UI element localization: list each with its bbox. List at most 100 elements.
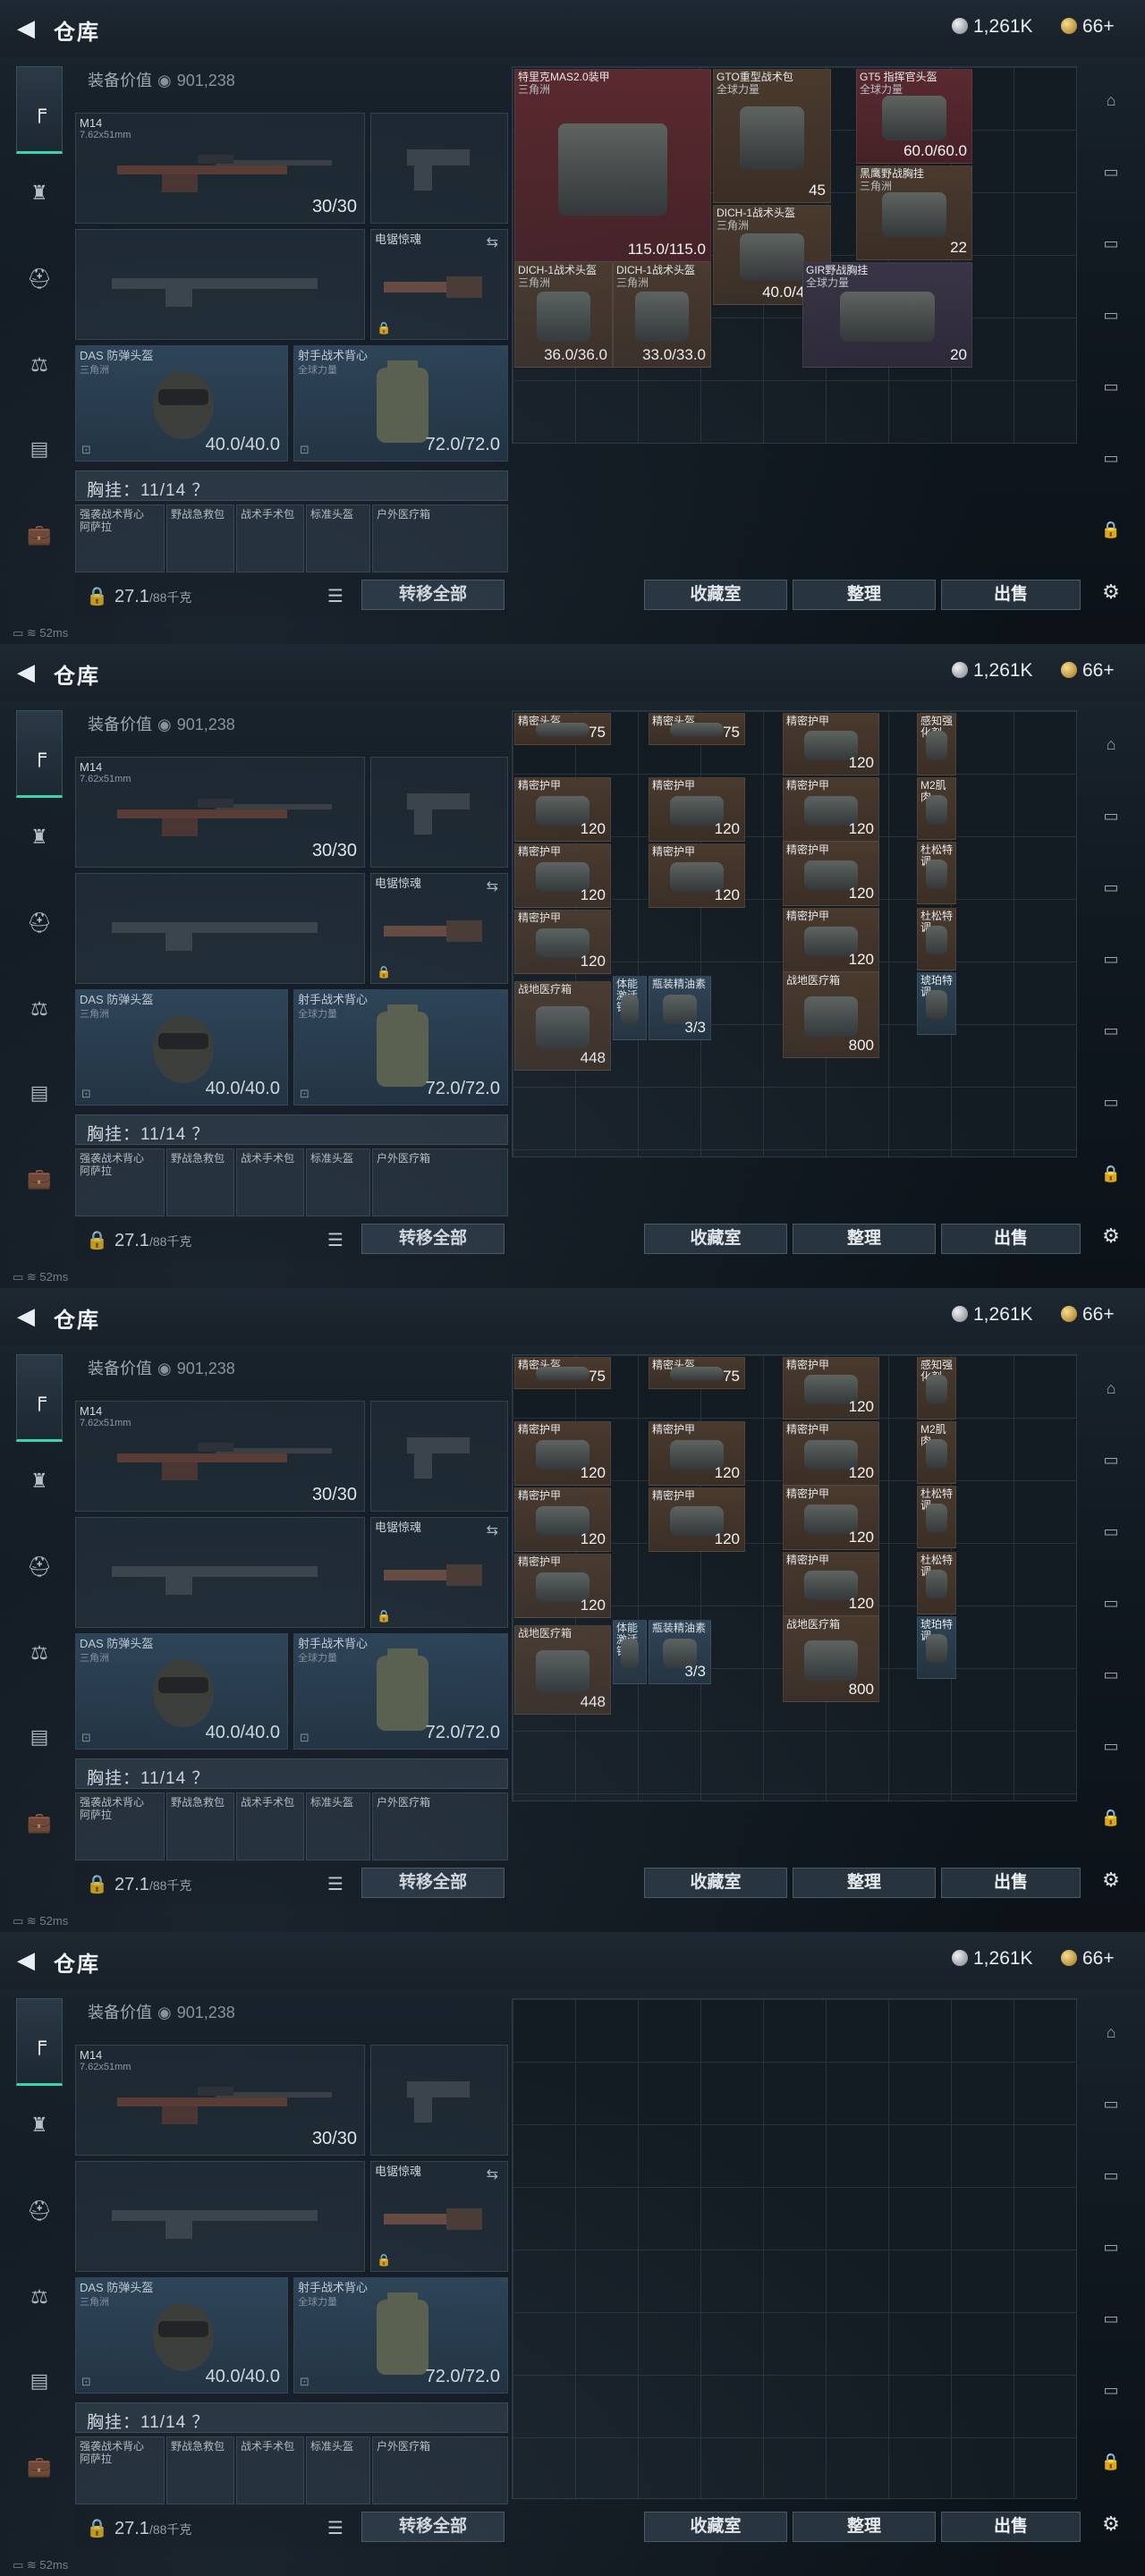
storage-grid[interactable]: 精密头盔75精密头盔75精密护甲120感知强化剂精密护甲120精密护甲120精密… (512, 1354, 1077, 1801)
storage-item[interactable]: M2肌肉 (917, 1421, 956, 1484)
chest-item[interactable]: 户外医疗箱 (372, 1148, 508, 1216)
storage-item[interactable]: 杜松特调 (917, 1486, 956, 1548)
chest-item[interactable]: 强袭战术背心 阿萨拉 (75, 1792, 165, 1860)
back-arrow-icon[interactable]: ◀ (13, 658, 39, 685)
helmet-slot[interactable]: DAS 防弹头盔 三角洲 ⊡ 40.0/40.0 (75, 2277, 288, 2394)
primary-weapon-slot[interactable]: M14 7.62x51mm 30/30 (75, 113, 365, 224)
silver-currency[interactable]: 1,261K (952, 660, 1033, 682)
helmet-slot[interactable]: DAS 防弹头盔 三角洲 ⊡ 40.0/40.0 (75, 1633, 288, 1750)
settings-gear-icon[interactable]: ⚙ (1095, 1220, 1127, 1252)
storage-page-5-icon[interactable]: ▭ (1095, 370, 1127, 402)
storage-item[interactable]: M2肌肉 (917, 777, 956, 840)
storage-item[interactable]: GTO重型战术包 全球力量 45 (713, 69, 831, 203)
swap-icon[interactable]: ⇆ (487, 2165, 498, 2183)
transfer-all-button[interactable]: 转移全部 (361, 2512, 505, 2542)
storage-item[interactable]: 精密护甲 120 (514, 910, 611, 974)
rail-backpack-icon[interactable]: ⚖ (18, 987, 61, 1030)
storage-item[interactable]: 战地医疗箱 800 (783, 1616, 879, 1702)
back-arrow-icon[interactable]: ◀ (13, 1946, 39, 1973)
storage-item[interactable]: 精密护甲 120 (783, 1357, 879, 1419)
storage-page-6-icon[interactable]: ▭ (1095, 1730, 1127, 1762)
settings-gear-icon[interactable]: ⚙ (1095, 576, 1127, 608)
storage-item[interactable]: GIR野战胸挂 全球力量 20 (802, 262, 972, 368)
sort-button[interactable]: 整理 (793, 1224, 936, 1254)
rail-container-icon[interactable]: ▤ (18, 1716, 61, 1758)
rail-case-icon[interactable]: 💼 (18, 1801, 61, 1844)
sell-button[interactable]: 出售 (941, 2512, 1081, 2542)
storage-page-1-icon[interactable]: ⌂ (1095, 1372, 1127, 1404)
sort-button[interactable]: 整理 (793, 580, 936, 610)
chest-item[interactable]: 户外医疗箱 (372, 2436, 508, 2504)
storage-item[interactable]: 瓶装精油素 3/3 (649, 976, 711, 1040)
storage-page-3-icon[interactable]: ▭ (1095, 2159, 1127, 2191)
storage-item[interactable]: GT5 指挥官头盔 全球力量 60.0/60.0 (856, 69, 972, 164)
vault-button[interactable]: 收藏室 (644, 2512, 787, 2542)
melee-slot[interactable]: 电锯惊魂 ⇆ 🔒 (370, 229, 508, 340)
storage-page-1-icon[interactable]: ⌂ (1095, 728, 1127, 760)
storage-item[interactable]: 感知强化剂 (917, 713, 956, 775)
storage-page-6-icon[interactable]: ▭ (1095, 1086, 1127, 1118)
armor-slot[interactable]: 射手战术背心 全球力量 ⊡ 72.0/72.0 (293, 345, 508, 462)
storage-item[interactable]: 精密护甲 120 (649, 1421, 745, 1486)
chest-rig-header[interactable]: 胸挂：11/14 ？ (75, 1758, 508, 1789)
rail-helmet-icon[interactable]: ⛑ (18, 902, 61, 945)
back-arrow-icon[interactable]: ◀ (13, 1302, 39, 1329)
storage-item[interactable]: 精密护甲 120 (783, 842, 879, 906)
storage-item[interactable]: 精密头盔 75 (514, 713, 611, 745)
helmet-slot[interactable]: DAS 防弹头盔 三角洲 ⊡ 40.0/40.0 (75, 345, 288, 462)
secondary-weapon-slot-empty[interactable] (75, 1517, 365, 1628)
rail-case-icon[interactable]: 💼 (18, 1157, 61, 1200)
transfer-all-button[interactable]: 转移全部 (361, 580, 505, 610)
primary-weapon-slot[interactable]: M14 7.62x51mm 30/30 (75, 2045, 365, 2156)
back-arrow-icon[interactable]: ◀ (13, 14, 39, 41)
storage-grid[interactable]: 特里克MAS2.0装甲 三角洲 115.0/115.0 GTO重型战术包 全球力量 45 G… (512, 66, 1077, 444)
chest-item[interactable]: 强袭战术背心 阿萨拉 (75, 1148, 165, 1216)
storage-item[interactable]: 体能激活针 (613, 1620, 647, 1684)
secondary-weapon-slot-empty[interactable] (75, 2161, 365, 2272)
sidearm-slot-empty[interactable] (370, 757, 508, 868)
sort-button[interactable]: 整理 (793, 2512, 936, 2542)
chest-item[interactable]: 战术手术包 (236, 504, 304, 572)
swap-icon[interactable]: ⇆ (487, 1521, 498, 1539)
armor-slot[interactable]: 射手战术背心 全球力量 ⊡ 72.0/72.0 (293, 2277, 508, 2394)
transfer-all-button[interactable]: 转移全部 (361, 1868, 505, 1898)
transfer-all-button[interactable]: 转移全部 (361, 1224, 505, 1254)
swap-icon[interactable]: ⇆ (487, 877, 498, 895)
storage-grid[interactable] (512, 1998, 1077, 2499)
storage-item[interactable]: 精密护甲 120 (514, 1421, 611, 1486)
storage-item[interactable]: 精密护甲 120 (783, 713, 879, 775)
rail-backpack-icon[interactable]: ⚖ (18, 2275, 61, 2318)
settings-gear-icon[interactable]: ⚙ (1095, 1864, 1127, 1896)
storage-item[interactable]: 精密头盔 75 (514, 1357, 611, 1389)
storage-item[interactable]: 精密护甲 120 (783, 1486, 879, 1550)
silver-currency[interactable]: 1,261K (952, 16, 1033, 38)
list-icon[interactable]: ☰ (327, 1229, 344, 1251)
storage-page-1-icon[interactable]: ⌂ (1095, 2016, 1127, 2048)
storage-item[interactable]: 精密护甲 120 (783, 908, 879, 972)
chest-item[interactable]: 户外医疗箱 (372, 1792, 508, 1860)
chest-item[interactable]: 野战急救包 (166, 2436, 234, 2504)
storage-item[interactable]: 精密护甲 120 (514, 1487, 611, 1552)
storage-item[interactable]: 琥珀特调 (917, 1616, 956, 1679)
storage-item[interactable]: 体能激活针 (613, 976, 647, 1040)
list-icon[interactable]: ☰ (327, 1873, 344, 1895)
storage-item[interactable]: 瓶装精油素 3/3 (649, 1620, 711, 1684)
chest-item[interactable]: 户外医疗箱 (372, 504, 508, 572)
melee-slot[interactable]: 电锯惊魂 ⇆ 🔒 (370, 873, 508, 984)
storage-item[interactable]: 杜松特调 (917, 842, 956, 904)
silver-currency[interactable]: 1,261K (952, 1948, 1033, 1970)
chest-item[interactable]: 标准头盔 (306, 2436, 370, 2504)
rail-helmet-icon[interactable]: ⛑ (18, 2190, 61, 2233)
storage-page-1-icon[interactable]: ⌂ (1095, 84, 1127, 116)
rail-armor-icon[interactable]: ♜ (18, 1460, 61, 1503)
rail-helmet-icon[interactable]: ⛑ (18, 1546, 61, 1589)
storage-page-2-icon[interactable]: ▭ (1095, 2088, 1127, 2120)
rail-case-icon[interactable]: 💼 (18, 513, 61, 556)
rail-weapons-icon[interactable]: ╒ (16, 1354, 63, 1442)
vault-button[interactable]: 收藏室 (644, 1224, 787, 1254)
storage-item[interactable]: 琥珀特调 (917, 972, 956, 1035)
rail-helmet-icon[interactable]: ⛑ (18, 258, 61, 301)
chest-item[interactable]: 标准头盔 (306, 1792, 370, 1860)
chest-item[interactable]: 强袭战术背心 阿萨拉 (75, 504, 165, 572)
storage-page-5-icon[interactable]: ▭ (1095, 1658, 1127, 1690)
